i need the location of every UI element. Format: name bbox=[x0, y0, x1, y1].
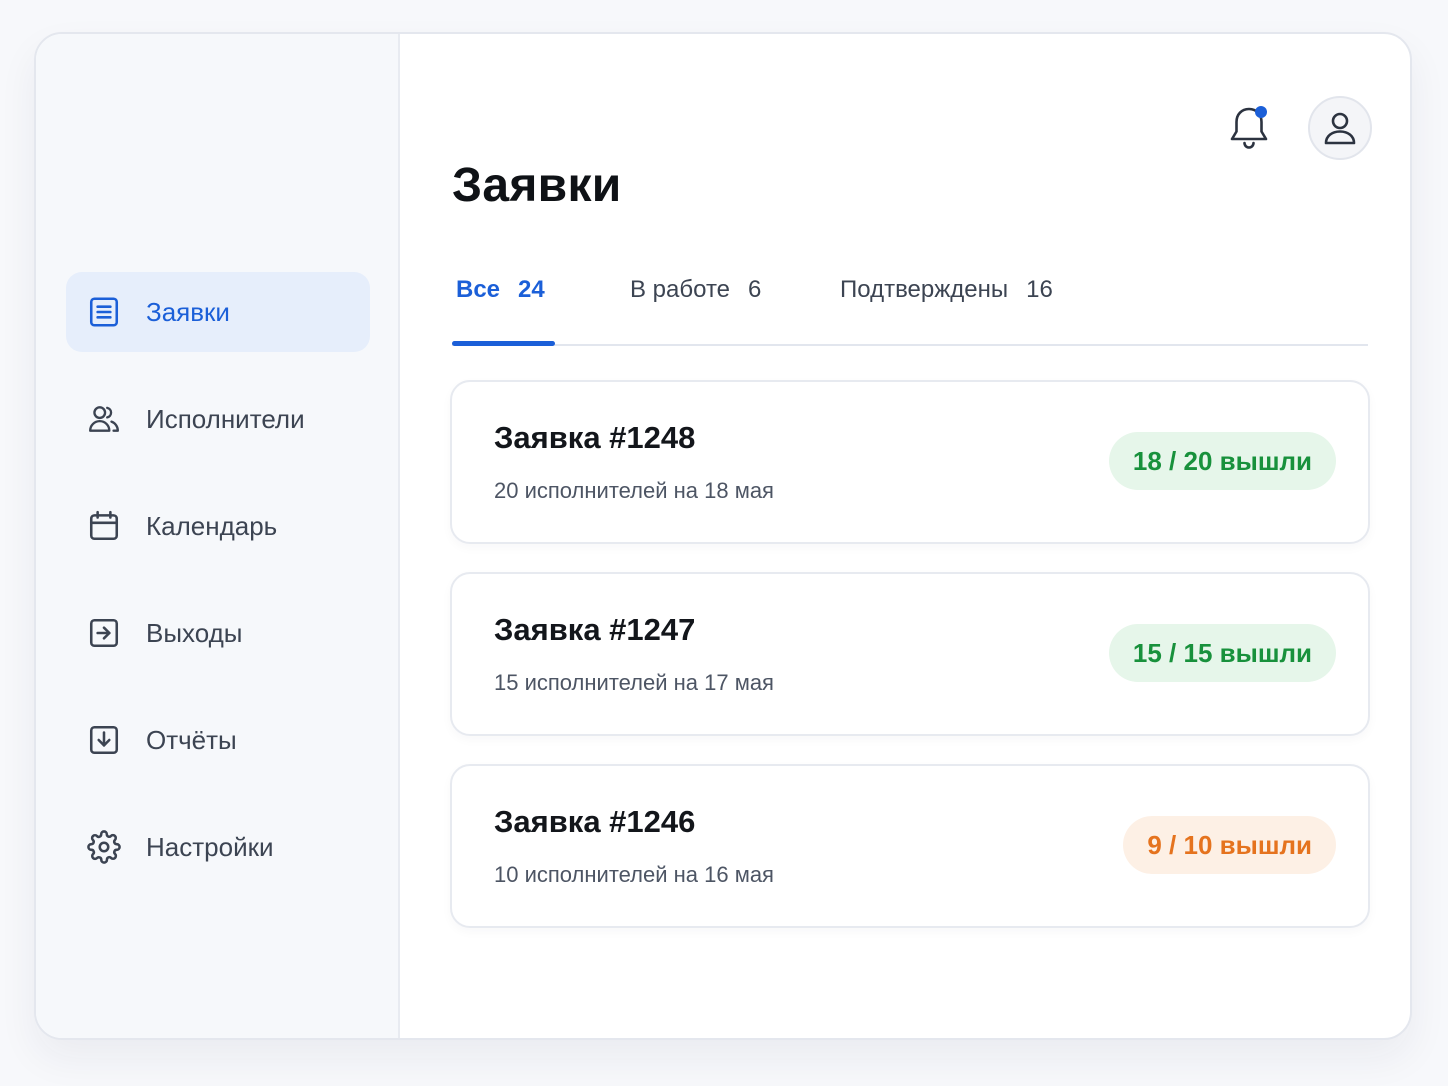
sidebar-item-label: Настройки bbox=[146, 831, 274, 862]
tab-all[interactable]: Все 24 bbox=[452, 274, 555, 346]
tab-label: Все bbox=[456, 276, 501, 303]
request-title: Заявка #1248 bbox=[494, 420, 696, 455]
tab-in-progress[interactable]: В работе 6 bbox=[630, 274, 761, 344]
requests-list: Заявка #1248 20 исполнителей на 18 мая 1… bbox=[450, 380, 1370, 956]
profile-button[interactable] bbox=[1308, 96, 1372, 160]
notifications-button[interactable] bbox=[1222, 100, 1276, 158]
tab-label: В работе bbox=[630, 276, 731, 303]
tab-count: 24 bbox=[518, 276, 545, 303]
calendar-icon bbox=[86, 508, 122, 544]
status-badge: 18 / 20 вышли bbox=[1108, 432, 1336, 490]
sidebar-item-label: Календарь bbox=[146, 510, 278, 541]
tab-confirmed[interactable]: Подтверждены 16 bbox=[840, 274, 1053, 344]
users-icon bbox=[86, 401, 122, 437]
tab-bar: Все 24 В работе 6 Подтверждены 16 bbox=[452, 274, 1368, 346]
exit-icon bbox=[86, 615, 122, 651]
request-title: Заявка #1246 bbox=[494, 804, 696, 839]
status-badge: 15 / 15 вышли bbox=[1108, 624, 1336, 682]
sidebar-item-exits[interactable]: Выходы bbox=[66, 593, 370, 673]
sidebar-item-label: Выходы bbox=[146, 617, 243, 648]
gear-icon bbox=[86, 829, 122, 865]
main-content: Заявки Все 24 В работе 6 Подтверждены 16… bbox=[400, 34, 1410, 1038]
app-window: Заявки Исполнители Календарь Выходы Отчё… bbox=[34, 32, 1412, 1040]
request-subtitle: 20 исполнителей на 18 мая bbox=[494, 478, 774, 503]
request-card[interactable]: Заявка #1247 15 исполнителей на 17 мая 1… bbox=[450, 572, 1370, 736]
sidebar-item-requests[interactable]: Заявки bbox=[66, 272, 370, 352]
tab-count: 16 bbox=[1026, 276, 1053, 303]
tab-count: 6 bbox=[748, 276, 762, 303]
download-icon bbox=[86, 722, 122, 758]
sidebar-nav: Заявки Исполнители Календарь Выходы Отчё… bbox=[66, 272, 370, 914]
request-title: Заявка #1247 bbox=[494, 612, 696, 647]
sidebar-item-label: Заявки bbox=[146, 296, 230, 327]
sidebar-item-label: Отчёты bbox=[146, 724, 237, 755]
sidebar-item-performers[interactable]: Исполнители bbox=[66, 379, 370, 459]
sidebar-item-reports[interactable]: Отчёты bbox=[66, 700, 370, 780]
sidebar-item-settings[interactable]: Настройки bbox=[66, 807, 370, 887]
request-subtitle: 10 исполнителей на 16 мая bbox=[494, 862, 774, 887]
page-title: Заявки bbox=[452, 159, 622, 212]
user-icon bbox=[1321, 109, 1359, 147]
sidebar-item-calendar[interactable]: Календарь bbox=[66, 486, 370, 566]
request-card[interactable]: Заявка #1246 10 исполнителей на 16 мая 9… bbox=[450, 764, 1370, 928]
status-badge: 9 / 10 вышли bbox=[1123, 816, 1336, 874]
tab-label: Подтверждены bbox=[840, 276, 1009, 303]
sidebar: Заявки Исполнители Календарь Выходы Отчё… bbox=[36, 34, 400, 1038]
sidebar-item-label: Исполнители bbox=[146, 403, 305, 434]
notification-dot bbox=[1255, 106, 1267, 118]
list-icon bbox=[86, 294, 122, 330]
request-subtitle: 15 исполнителей на 17 мая bbox=[494, 670, 774, 695]
request-card[interactable]: Заявка #1248 20 исполнителей на 18 мая 1… bbox=[450, 380, 1370, 544]
